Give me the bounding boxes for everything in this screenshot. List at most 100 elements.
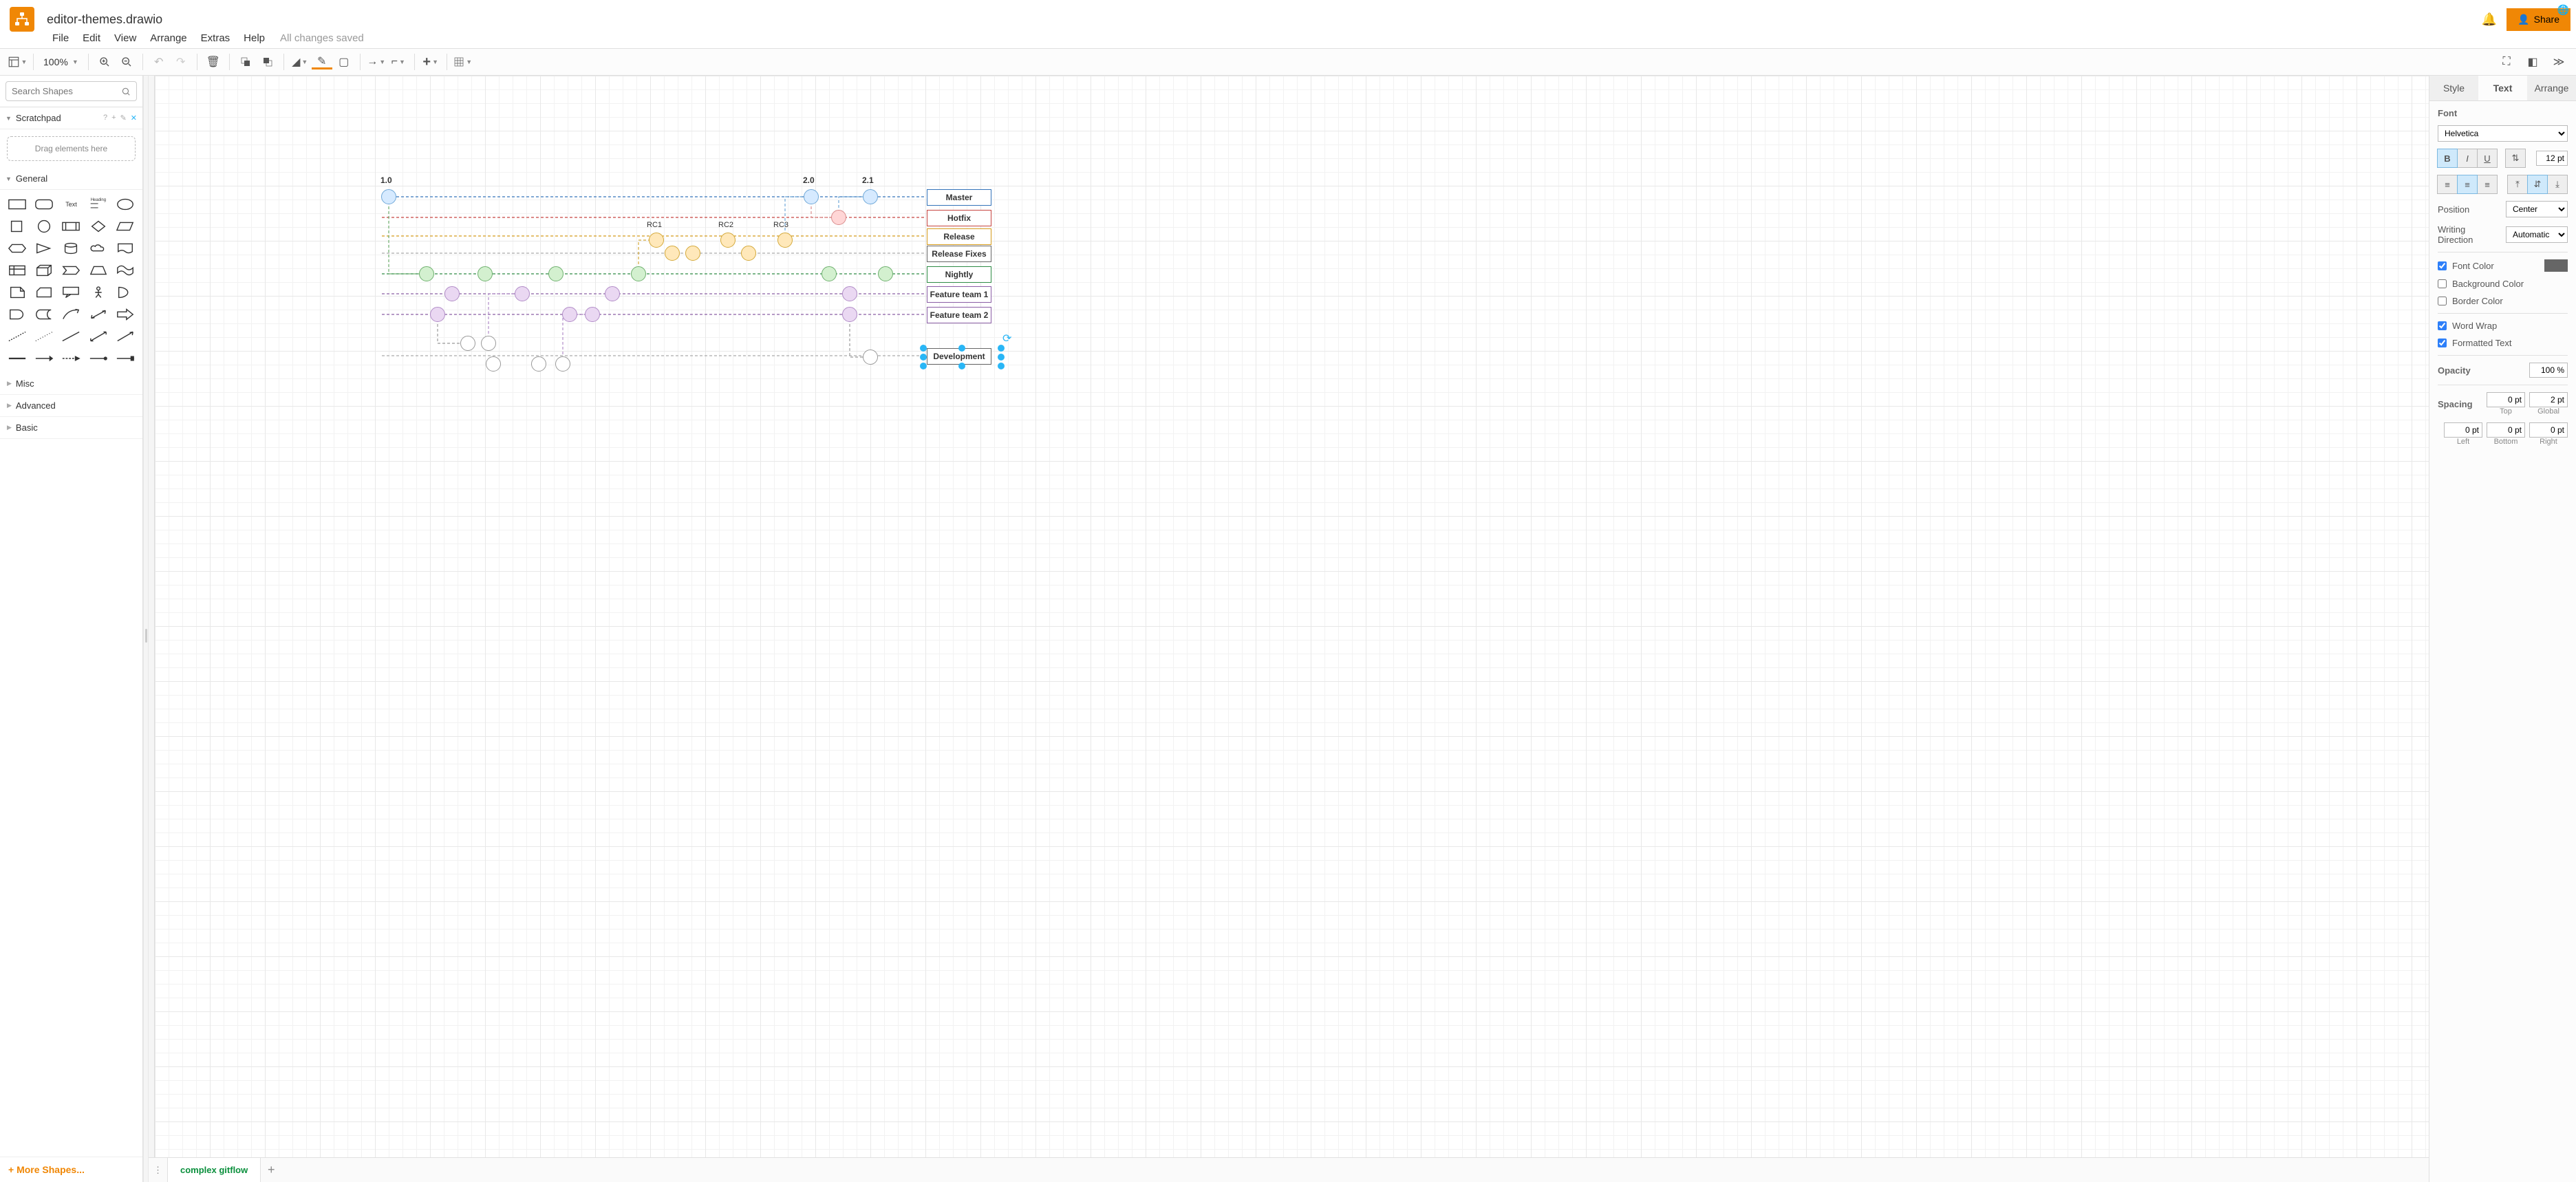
commit-node[interactable] (822, 266, 837, 281)
shape-curve[interactable] (60, 305, 83, 323)
page-menu-icon[interactable]: ⋮ (149, 1158, 168, 1182)
spacing-bottom-input[interactable] (2487, 422, 2525, 438)
more-shapes-button[interactable]: + More Shapes... (0, 1157, 142, 1182)
commit-node[interactable] (555, 356, 570, 372)
undo-icon[interactable]: ↶ (149, 52, 169, 72)
valign-middle-button[interactable]: ⇵ (2527, 175, 2548, 194)
spacing-left-input[interactable] (2444, 422, 2482, 438)
commit-node[interactable] (831, 210, 846, 225)
waypoint-icon[interactable]: ⌐▼ (388, 52, 409, 72)
tab-style[interactable]: Style (2429, 76, 2478, 100)
commit-node[interactable] (430, 307, 445, 322)
shape-heading[interactable]: Heading━━━━━━ (87, 195, 109, 213)
opacity-input[interactable] (2529, 363, 2568, 378)
font-size-input[interactable] (2536, 151, 2568, 166)
shape-parallelogram[interactable] (114, 217, 137, 235)
left-splitter[interactable] (143, 76, 149, 1182)
advanced-section[interactable]: ▶Advanced (0, 395, 142, 417)
shape-ellipse[interactable] (114, 195, 137, 213)
align-center-button[interactable]: ≡ (2457, 175, 2478, 194)
underline-button[interactable]: U (2477, 149, 2498, 168)
align-left-button[interactable]: ≡ (2437, 175, 2458, 194)
shape-step[interactable] (60, 261, 83, 279)
selection-handle[interactable] (998, 363, 1005, 369)
formatted-text-check[interactable]: Formatted Text (2438, 338, 2568, 348)
page-tab[interactable]: complex gitflow (168, 1158, 261, 1182)
commit-node[interactable] (863, 189, 878, 204)
shape-actor[interactable] (87, 283, 109, 301)
font-color-swatch[interactable] (2544, 259, 2568, 272)
border-color-check[interactable]: Border Color (2438, 296, 2568, 306)
format-panel-icon[interactable]: ◧ (2522, 52, 2543, 72)
position-select[interactable]: Center (2506, 201, 2568, 217)
commit-node[interactable] (585, 307, 600, 322)
selection-handle[interactable] (958, 363, 965, 369)
shape-rect[interactable] (6, 195, 28, 213)
shape-diamond[interactable] (87, 217, 109, 235)
commit-node[interactable] (486, 356, 501, 372)
branch-label[interactable]: Feature team 1 (927, 286, 991, 303)
shape-biarrow[interactable] (87, 305, 109, 323)
shape-link3[interactable] (60, 350, 83, 367)
valign-top-button[interactable]: ⤒ (2507, 175, 2528, 194)
tab-arrange[interactable]: Arrange (2527, 76, 2576, 100)
commit-node[interactable] (777, 233, 793, 248)
shape-text[interactable]: Text (60, 195, 83, 213)
zoom-in-icon[interactable] (94, 52, 115, 72)
menu-edit[interactable]: Edit (76, 30, 107, 47)
align-right-button[interactable]: ≡ (2477, 175, 2498, 194)
selection-handle[interactable] (998, 354, 1005, 361)
selection-handle[interactable] (998, 345, 1005, 352)
shape-callout[interactable] (60, 283, 83, 301)
shape-datastore[interactable] (32, 305, 55, 323)
word-wrap-check[interactable]: Word Wrap (2438, 321, 2568, 331)
shape-card[interactable] (32, 283, 55, 301)
selection-handle[interactable] (920, 354, 927, 361)
commit-node[interactable] (631, 266, 646, 281)
shape-dirarrow[interactable] (114, 327, 137, 345)
to-back-icon[interactable] (257, 52, 278, 72)
add-icon[interactable]: + (111, 114, 116, 122)
italic-button[interactable]: I (2457, 149, 2478, 168)
vertical-text-button[interactable]: ⇅ (2505, 149, 2526, 168)
shape-biarrow2[interactable] (87, 327, 109, 345)
fullscreen-icon[interactable]: ⛶ (2496, 52, 2517, 72)
shape-tape[interactable] (114, 261, 137, 279)
shape-link4[interactable] (87, 350, 109, 367)
shape-hexagon[interactable] (6, 239, 28, 257)
branch-label[interactable]: Feature team 2 (927, 307, 991, 323)
writing-dir-select[interactable]: Automatic (2506, 226, 2568, 243)
branch-label[interactable]: Hotfix (927, 210, 991, 226)
commit-node[interactable] (419, 266, 434, 281)
shape-line[interactable] (60, 327, 83, 345)
menu-help[interactable]: Help (237, 30, 272, 47)
shape-process[interactable] (60, 217, 83, 235)
tab-text[interactable]: Text (2478, 76, 2527, 100)
font-family-select[interactable]: Helvetica (2438, 125, 2568, 142)
commit-node[interactable] (444, 286, 460, 301)
shadow-icon[interactable]: ▢ (334, 52, 354, 72)
commit-node[interactable] (548, 266, 564, 281)
branch-label[interactable]: Nightly (927, 266, 991, 283)
bold-button[interactable]: B (2437, 149, 2458, 168)
shape-cloud[interactable] (87, 239, 109, 257)
shape-line-dot[interactable] (32, 327, 55, 345)
menu-arrange[interactable]: Arrange (143, 30, 193, 47)
commit-node[interactable] (842, 307, 857, 322)
scratchpad-dropzone[interactable]: Drag elements here (7, 136, 136, 161)
shape-or[interactable] (114, 283, 137, 301)
shape-link5[interactable] (114, 350, 137, 367)
document-title[interactable]: editor-themes.drawio (47, 12, 162, 27)
shape-note[interactable] (6, 283, 28, 301)
language-icon[interactable]: 🌐 (2557, 4, 2569, 16)
commit-node[interactable] (531, 356, 546, 372)
commit-node[interactable] (665, 246, 680, 261)
spacing-right-input[interactable] (2529, 422, 2568, 438)
branch-label[interactable]: Release (927, 228, 991, 245)
commit-node[interactable] (863, 350, 878, 365)
shape-link2[interactable] (32, 350, 55, 367)
general-section[interactable]: ▼General (0, 168, 142, 190)
commit-node[interactable] (649, 233, 664, 248)
shape-cube[interactable] (32, 261, 55, 279)
delete-icon[interactable]: 🗑 (203, 52, 224, 72)
